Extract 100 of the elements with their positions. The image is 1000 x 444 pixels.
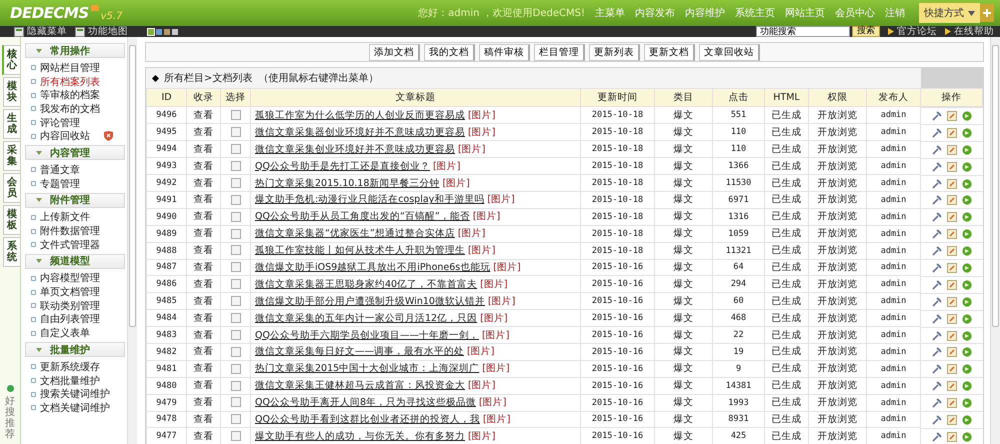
article-title-link[interactable]: 微信文章采集器创业环境好并不意味成功更容易: [255, 126, 465, 138]
view-link[interactable]: 查看: [186, 377, 220, 394]
menu-item[interactable]: 搜索关键词维护: [40, 387, 110, 402]
skin-swatch[interactable]: [156, 28, 162, 34]
checkbox[interactable]: [230, 364, 240, 374]
action-button[interactable]: 更新列表: [589, 44, 640, 60]
edit-icon[interactable]: [946, 364, 957, 374]
wrench-icon[interactable]: [932, 347, 942, 358]
article-title-link[interactable]: QQ公众号助手从员工角度出发的“百镐醒”，能否: [255, 211, 470, 222]
edit-icon[interactable]: [946, 128, 957, 138]
view-link[interactable]: 查看: [186, 225, 220, 242]
checkbox[interactable]: [230, 127, 240, 138]
view-link[interactable]: 查看: [186, 242, 220, 260]
add-shortcut-button[interactable]: [980, 4, 994, 22]
edit-icon[interactable]: [946, 330, 957, 341]
menu-group-header[interactable]: 批量维护: [25, 342, 125, 357]
scrollbar[interactable]: [990, 37, 1000, 444]
view-link[interactable]: 查看: [186, 174, 220, 192]
checkbox[interactable]: [230, 431, 240, 442]
view-link[interactable]: 查看: [186, 191, 220, 208]
article-title-link[interactable]: 爆文助手有些人的成功，与你无关。你有多努力: [255, 430, 465, 442]
checkbox[interactable]: [230, 228, 240, 239]
edit-icon[interactable]: [946, 280, 957, 290]
globe-icon[interactable]: [962, 178, 972, 188]
view-link[interactable]: 查看: [186, 292, 220, 310]
action-button[interactable]: 添加文档: [369, 44, 420, 60]
wrench-icon[interactable]: [932, 296, 942, 307]
article-title-link[interactable]: 微信爆文助手iOS9越狱工具放出不用iPhone6s也能玩: [255, 262, 490, 273]
checkbox[interactable]: [230, 380, 240, 391]
toolbar-link[interactable]: 功能地图: [75, 25, 128, 38]
edit-icon[interactable]: [946, 381, 957, 392]
menu-item[interactable]: 我发布的文档: [40, 102, 100, 116]
view-link[interactable]: 查看: [186, 276, 220, 293]
view-link[interactable]: 查看: [186, 310, 220, 327]
menu-item[interactable]: 等审核的档案: [40, 88, 100, 102]
menu-group-header[interactable]: 常用操作: [25, 43, 125, 58]
edit-icon[interactable]: [946, 162, 957, 172]
article-title-link[interactable]: 微信文章采集器王思聪身家约40亿了，不靠首富夫: [255, 278, 478, 290]
edit-icon[interactable]: [946, 195, 957, 206]
menu-item[interactable]: 网站栏目管理: [40, 60, 100, 75]
edit-icon[interactable]: [946, 347, 957, 358]
menu-item[interactable]: 内容模型管理: [40, 271, 100, 286]
checkbox[interactable]: [230, 245, 240, 256]
article-title-link[interactable]: 微信文章采集每日好文——调事，最有水平的处: [255, 346, 464, 358]
checkbox[interactable]: [230, 212, 240, 222]
wrench-icon[interactable]: [932, 178, 942, 188]
globe-icon[interactable]: [962, 162, 972, 172]
checkbox[interactable]: [230, 397, 240, 408]
wrench-icon[interactable]: [932, 246, 942, 256]
menu-item[interactable]: 所有档案列表: [40, 74, 100, 89]
checkbox[interactable]: [230, 296, 240, 306]
checkbox[interactable]: [230, 346, 240, 357]
wrench-icon[interactable]: [932, 432, 942, 442]
menu-item[interactable]: 自由列表管理: [40, 312, 100, 326]
article-title-link[interactable]: QQ公众号助手六期学员创业项目——十年磨一剑，: [255, 330, 479, 341]
globe-icon[interactable]: [962, 229, 972, 240]
menu-item[interactable]: 内容回收站: [40, 129, 90, 144]
menu-item[interactable]: 联动类别管理: [40, 298, 100, 313]
help-link[interactable]: 官方论坛: [888, 25, 937, 38]
view-link[interactable]: 查看: [186, 411, 220, 428]
side-tab[interactable]: 会员: [3, 173, 20, 203]
skin-swatch[interactable]: [172, 28, 178, 34]
wrench-icon[interactable]: [932, 280, 942, 290]
checkbox[interactable]: [230, 262, 240, 272]
view-link[interactable]: 查看: [186, 360, 220, 378]
globe-icon[interactable]: [962, 246, 972, 256]
globe-icon[interactable]: [962, 347, 972, 358]
article-title-link[interactable]: 孤狼工作室为什么低学历的人创业反而更容易成: [255, 110, 465, 121]
side-tab[interactable]: 生成: [3, 109, 20, 139]
action-button[interactable]: 栏目管理: [534, 44, 585, 60]
globe-icon[interactable]: [962, 330, 972, 341]
menu-group-header[interactable]: 内容管理: [25, 145, 125, 160]
wrench-icon[interactable]: [932, 262, 942, 273]
article-title-link[interactable]: QQ公众号助手离开人间8年，只为寻找这些极品微: [255, 397, 476, 408]
edit-icon[interactable]: [946, 432, 957, 442]
menu-item[interactable]: 文件式管理器: [40, 238, 100, 252]
checkbox[interactable]: [230, 144, 240, 154]
edit-icon[interactable]: [946, 246, 957, 256]
globe-icon[interactable]: [962, 128, 972, 138]
menu-item[interactable]: 更新系统缓存: [40, 360, 100, 374]
skin-swatch[interactable]: [164, 28, 170, 34]
help-link[interactable]: 在线帮助: [945, 25, 994, 38]
menu-item[interactable]: 上传新文件: [40, 210, 90, 224]
checkbox[interactable]: [230, 110, 240, 120]
view-link[interactable]: 查看: [186, 158, 220, 175]
view-link[interactable]: 查看: [186, 140, 220, 158]
view-link[interactable]: 查看: [186, 394, 220, 412]
menu-group-header[interactable]: 附件管理: [25, 192, 125, 208]
side-tab[interactable]: 核心: [2, 45, 20, 75]
menu-item[interactable]: 普通文章: [40, 162, 80, 177]
edit-icon[interactable]: [946, 144, 957, 155]
side-tab[interactable]: 采集: [3, 141, 20, 171]
wrench-icon[interactable]: [932, 314, 942, 324]
menu-item[interactable]: 专题管理: [40, 176, 80, 191]
view-link[interactable]: 查看: [186, 208, 220, 226]
toolbar-link[interactable]: 隐藏菜单: [14, 25, 67, 38]
globe-icon[interactable]: [962, 381, 972, 392]
view-link[interactable]: 查看: [186, 124, 220, 141]
menu-item[interactable]: 自定义表单: [40, 326, 90, 340]
checkbox[interactable]: [230, 330, 240, 340]
